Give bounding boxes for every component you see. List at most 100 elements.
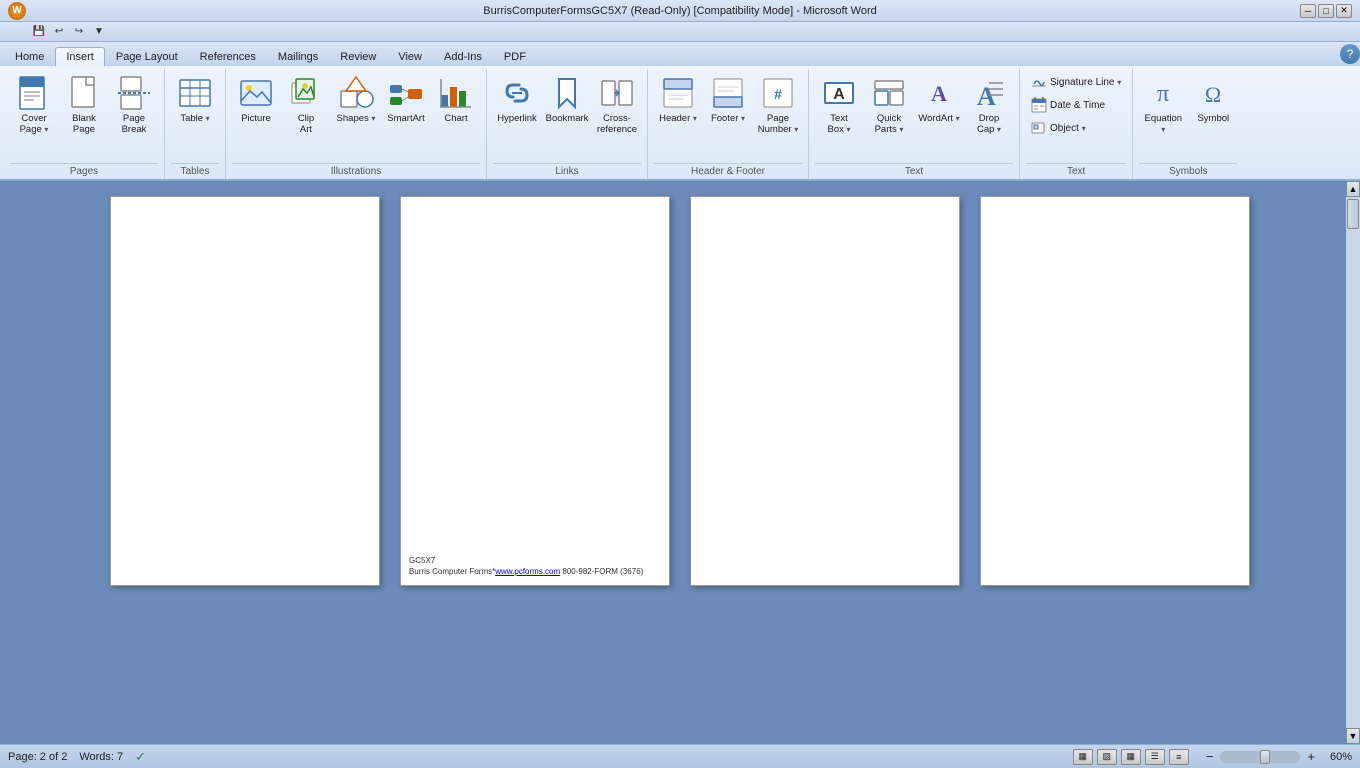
equation-icon: π xyxy=(1145,75,1181,111)
drop-cap-label: DropCap ▾ xyxy=(977,113,1001,136)
illustrations-buttons: Picture ClipArt xyxy=(232,71,480,163)
clip-art-label: ClipArt xyxy=(298,113,314,136)
close-button[interactable]: ✕ xyxy=(1336,4,1352,18)
object-button[interactable]: Object ▾ xyxy=(1026,117,1126,139)
picture-label: Picture xyxy=(241,113,271,124)
view-full-button[interactable]: ▨ xyxy=(1097,749,1117,765)
cover-page-button[interactable]: CoverPage ▾ xyxy=(10,71,58,143)
text-buttons: A TextBox ▾ QuickParts ▾ xyxy=(815,71,1013,163)
view-draft-button[interactable]: ≡ xyxy=(1169,749,1189,765)
shapes-button[interactable]: Shapes ▾ xyxy=(332,71,380,143)
chart-label: Chart xyxy=(444,113,467,124)
zoom-plus-button[interactable]: + xyxy=(1304,749,1318,764)
hyperlink-label: Hyperlink xyxy=(497,113,537,124)
signature-line-label: Signature Line ▾ xyxy=(1050,77,1121,88)
ribbon-group-text: A TextBox ▾ QuickParts ▾ xyxy=(809,69,1020,179)
page-1 xyxy=(110,196,380,586)
tab-view[interactable]: View xyxy=(387,47,433,66)
date-time-icon xyxy=(1031,97,1047,113)
bookmark-button[interactable]: Bookmark xyxy=(543,71,591,143)
redo-quick-btn[interactable]: ↪ xyxy=(70,24,88,40)
table-icon xyxy=(177,75,213,111)
zoom-minus-button[interactable]: − xyxy=(1203,749,1217,764)
ribbon-group-symbols: π Equation ▾ Ω Symbol Symbols xyxy=(1133,69,1243,179)
customize-quick-btn[interactable]: ▼ xyxy=(90,24,108,40)
equation-button[interactable]: π Equation ▾ xyxy=(1139,71,1187,143)
view-web-button[interactable]: ▦ xyxy=(1121,749,1141,765)
hyperlink-button[interactable]: Hyperlink xyxy=(493,71,541,143)
signature-line-button[interactable]: Signature Line ▾ xyxy=(1026,71,1126,93)
page-2-footer: GC5X7 Burris Computer Forms*www.pcforms.… xyxy=(409,555,643,577)
view-print-button[interactable]: ▦ xyxy=(1073,749,1093,765)
window-title: BurrisComputerFormsGC5X7 (Read-Only) [Co… xyxy=(0,5,1360,17)
wordart-button[interactable]: A WordArt ▾ xyxy=(915,71,963,143)
help-button[interactable]: ? xyxy=(1340,44,1360,64)
minimize-button[interactable]: ─ xyxy=(1300,4,1316,18)
symbol-button[interactable]: Ω Symbol xyxy=(1189,71,1237,143)
illustrations-group-label: Illustrations xyxy=(232,163,480,177)
tab-insert[interactable]: Insert xyxy=(55,47,105,67)
tables-group-label: Tables xyxy=(171,163,219,177)
text-box-button[interactable]: A TextBox ▾ xyxy=(815,71,863,143)
scroll-down-button[interactable]: ▼ xyxy=(1346,728,1360,744)
tab-pdf[interactable]: PDF xyxy=(493,47,537,66)
scroll-thumb[interactable] xyxy=(1347,199,1359,229)
header-button[interactable]: Header ▾ xyxy=(654,71,702,143)
symbols-group-label: Symbols xyxy=(1139,163,1237,177)
tab-references[interactable]: References xyxy=(189,47,267,66)
window-controls[interactable]: ─ □ ✕ xyxy=(1300,4,1352,18)
blank-page-icon xyxy=(66,75,102,111)
date-time-button[interactable]: Date & Time xyxy=(1026,94,1126,116)
drop-cap-button[interactable]: A DropCap ▾ xyxy=(965,71,1013,143)
signature-buttons: Signature Line ▾ Da xyxy=(1026,71,1126,163)
picture-button[interactable]: Picture xyxy=(232,71,280,143)
ribbon-group-signature: Signature Line ▾ Da xyxy=(1020,69,1133,179)
signature-line-icon xyxy=(1031,74,1047,90)
svg-text:A: A xyxy=(833,86,845,103)
page-number-button[interactable]: # PageNumber ▾ xyxy=(754,71,802,143)
header-icon xyxy=(660,75,696,111)
page-break-label: PageBreak xyxy=(122,113,147,136)
page-number-icon: # xyxy=(760,75,796,111)
title-bar: W BurrisComputerFormsGC5X7 (Read-Only) [… xyxy=(0,0,1360,22)
signature-small-group: Signature Line ▾ Da xyxy=(1026,71,1126,139)
page-break-button[interactable]: PageBreak xyxy=(110,71,158,143)
footer-line2: Burris Computer Forms*www.pcforms.com 80… xyxy=(409,566,643,577)
maximize-button[interactable]: □ xyxy=(1318,4,1334,18)
ribbon-group-illustrations: Picture ClipArt xyxy=(226,69,487,179)
header-label: Header ▾ xyxy=(659,113,697,124)
footer-label: Footer ▾ xyxy=(711,113,745,124)
scroll-up-button[interactable]: ▲ xyxy=(1346,181,1360,197)
svg-text:#: # xyxy=(774,86,782,102)
tab-review[interactable]: Review xyxy=(329,47,387,66)
clip-art-button[interactable]: ClipArt xyxy=(282,71,330,143)
cross-reference-button[interactable]: Cross-reference xyxy=(593,71,641,143)
save-quick-btn[interactable]: 💾 xyxy=(30,24,48,40)
quick-parts-icon xyxy=(871,75,907,111)
quick-parts-button[interactable]: QuickParts ▾ xyxy=(865,71,913,143)
vertical-scrollbar[interactable]: ▲ ▼ xyxy=(1346,181,1360,744)
view-outline-button[interactable]: ☰ xyxy=(1145,749,1165,765)
footer-link[interactable]: www.pcforms.com xyxy=(495,567,560,576)
tab-mailings[interactable]: Mailings xyxy=(267,47,329,66)
zoom-slider[interactable] xyxy=(1220,751,1300,763)
tab-page-layout[interactable]: Page Layout xyxy=(105,47,189,66)
ribbon-group-pages: CoverPage ▾ BlankPage xyxy=(4,69,165,179)
table-button[interactable]: Table ▾ xyxy=(171,71,219,143)
tab-add-ins[interactable]: Add-Ins xyxy=(433,47,493,66)
date-time-label: Date & Time xyxy=(1050,100,1105,111)
blank-page-button[interactable]: BlankPage xyxy=(60,71,108,143)
chart-button[interactable]: Chart xyxy=(432,71,480,143)
footer-button[interactable]: Footer ▾ xyxy=(704,71,752,143)
undo-quick-btn[interactable]: ↩ xyxy=(50,24,68,40)
tab-home[interactable]: Home xyxy=(4,47,55,66)
links-group-label: Links xyxy=(493,163,641,177)
text-box-icon: A xyxy=(821,75,857,111)
smartart-icon xyxy=(388,75,424,111)
page-2: GC5X7 Burris Computer Forms*www.pcforms.… xyxy=(400,196,670,586)
cross-reference-icon xyxy=(599,75,635,111)
status-right: ▦ ▨ ▦ ☰ ≡ − + 60% xyxy=(1073,749,1352,765)
smartart-button[interactable]: SmartArt xyxy=(382,71,430,143)
document-area: GC5X7 Burris Computer Forms*www.pcforms.… xyxy=(0,181,1360,744)
drop-cap-icon: A xyxy=(971,75,1007,111)
